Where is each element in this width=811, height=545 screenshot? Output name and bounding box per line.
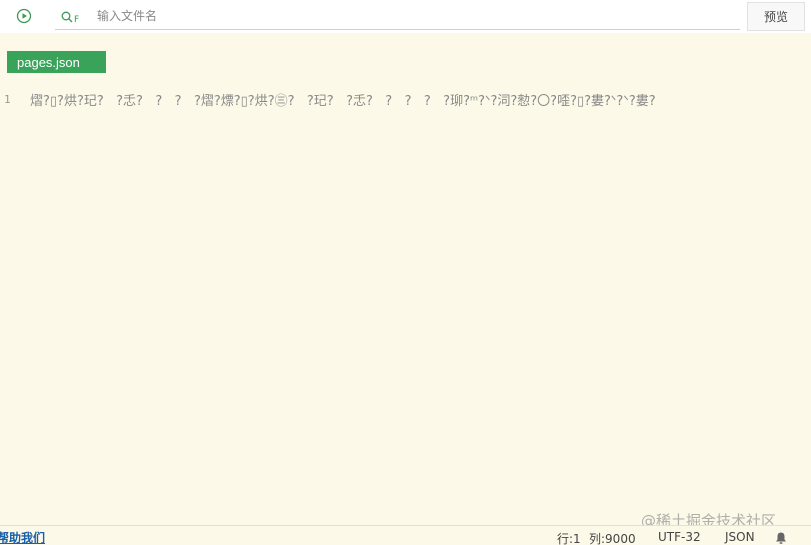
toolbar: F 预览	[0, 0, 811, 33]
file-search-box: F	[55, 4, 740, 30]
search-file-icon: F	[61, 7, 83, 25]
play-circle-icon[interactable]	[16, 8, 32, 24]
status-bar: 帮助我们 行:1 列:9000 UTF-32 JSON	[0, 525, 811, 545]
tab-pages-json[interactable]: pages.json	[7, 51, 106, 73]
search-icon-letter: F	[74, 15, 80, 25]
preview-button[interactable]: 预览	[747, 2, 805, 31]
help-us-link[interactable]: 帮助我们	[0, 529, 45, 545]
cursor-column: 列:9000	[589, 532, 636, 545]
encoding-selector[interactable]: UTF-32	[658, 530, 701, 544]
file-name-input[interactable]	[97, 7, 717, 25]
cursor-row: 行:1	[557, 532, 581, 545]
code-line[interactable]: 熠?▯?烘?玘? ?忎? ? ? ?熠?熛?▯?烘?㊂? ?玘? ?忎? ? ?…	[30, 90, 811, 110]
language-selector[interactable]: JSON	[725, 530, 755, 544]
bell-icon[interactable]	[774, 530, 788, 544]
line-number: 1	[4, 93, 11, 106]
